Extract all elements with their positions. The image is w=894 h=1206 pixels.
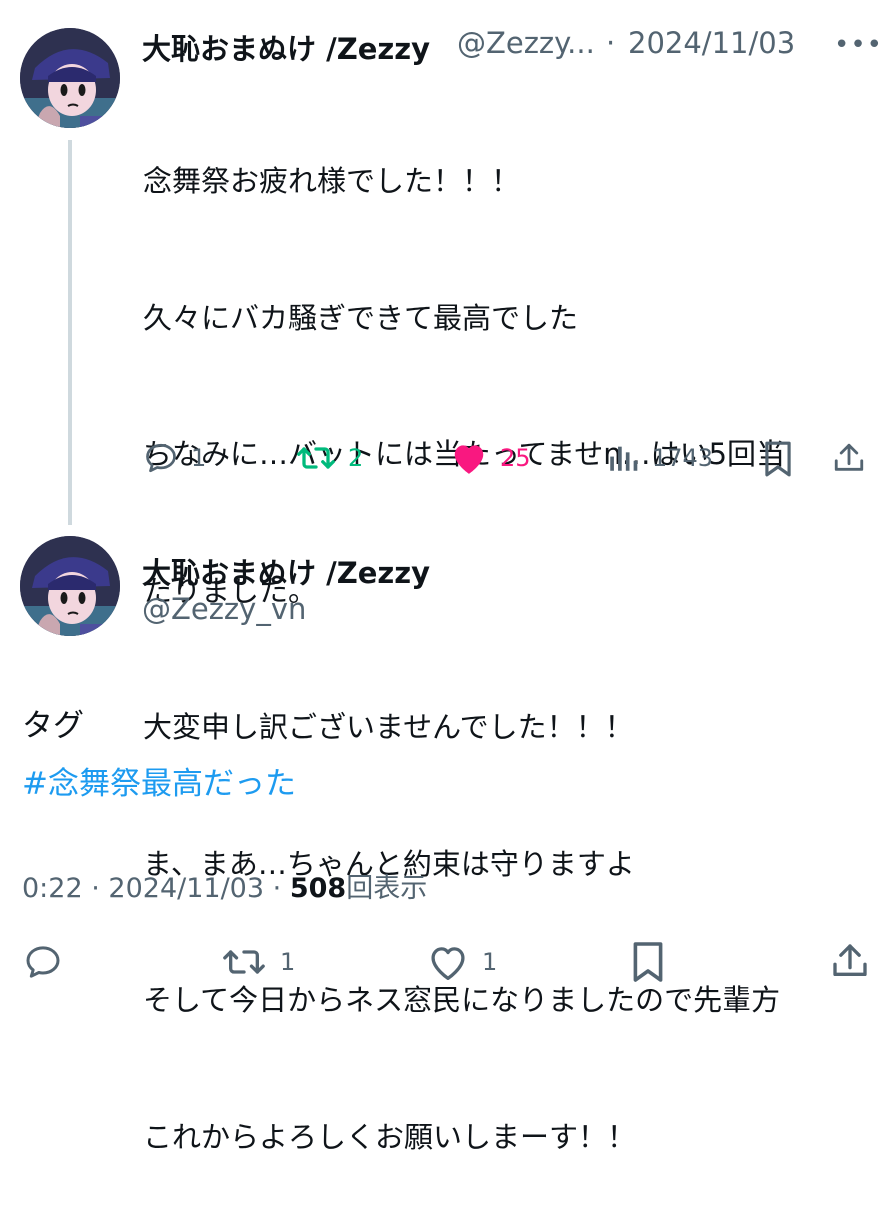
share-icon: [833, 944, 867, 976]
tweet-date[interactable]: 2024/11/03: [628, 26, 795, 60]
tweet-line: 念舞祭お疲れ様でした！！！: [143, 164, 521, 198]
reply-count: 1: [191, 444, 207, 472]
hashtag-link[interactable]: #念舞祭最高だった: [22, 758, 296, 803]
bookmark-button[interactable]: [630, 940, 666, 988]
thread-line: [68, 140, 72, 525]
heart-filled-icon: [454, 445, 484, 474]
like-button[interactable]: 25: [450, 440, 531, 476]
reply-button[interactable]: 1: [143, 440, 206, 476]
like-count: 25: [500, 444, 531, 472]
author-handle[interactable]: @Zezzy...: [457, 26, 595, 60]
separator-dot: ·: [91, 873, 100, 904]
share-button[interactable]: [832, 440, 866, 480]
separator-dot: ·: [272, 873, 282, 904]
tweet-text: タグ: [22, 708, 84, 744]
bookmark-button[interactable]: [762, 440, 794, 482]
retweet-icon: [297, 447, 335, 469]
author-name[interactable]: 大恥おまぬけ /Zezzy: [142, 26, 430, 68]
views-count: 1743: [652, 444, 714, 472]
tweet-text: 念舞祭お疲れ様でした！！！ 久々にバカ騒ぎできて最高でした ちなみに…バットには…: [143, 68, 883, 1206]
like-count: 1: [482, 948, 498, 976]
author-name[interactable]: 大恥おまぬけ /Zezzy: [142, 550, 430, 592]
tweet-line: これからよろしくお願いしまーす！！: [143, 1119, 637, 1154]
views-button[interactable]: 1743: [606, 440, 713, 476]
tweet-time[interactable]: 0:22: [22, 873, 83, 904]
views-label: 回表示: [346, 873, 428, 904]
reply-icon: [26, 946, 60, 978]
author-handle[interactable]: @Zezzy_vn: [142, 592, 306, 626]
tweet-metadata: 0:22 · 2024/11/03 · 508回表示: [22, 866, 427, 905]
share-icon: [834, 443, 864, 471]
retweet-count: 2: [348, 444, 364, 472]
reply-icon: [146, 443, 176, 473]
avatar-illustration: [20, 536, 120, 636]
tweet-line: 大変申し訳ございませんでした！！！: [143, 710, 634, 744]
reply-button[interactable]: [22, 942, 64, 986]
tweet-line: そして今日からネス窓民になりましたので先輩方: [143, 983, 781, 1017]
avatar-illustration: [20, 28, 120, 128]
bookmark-icon: [765, 441, 791, 477]
like-button[interactable]: 1: [426, 942, 497, 982]
tweet-date[interactable]: 2024/11/03: [108, 873, 264, 904]
retweet-icon: [223, 950, 265, 974]
avatar[interactable]: [20, 536, 120, 636]
retweet-count: 1: [280, 948, 296, 976]
more-options-icon[interactable]: •••: [834, 30, 883, 60]
separator-dot: ·: [606, 26, 616, 60]
retweet-button[interactable]: 1: [220, 942, 295, 982]
retweet-button[interactable]: 2: [296, 440, 363, 476]
views-count[interactable]: 508: [290, 873, 346, 904]
share-button[interactable]: [830, 940, 870, 986]
tweet-line: 久々にバカ騒ぎできて最高でした: [143, 300, 579, 335]
bookmark-icon: [633, 942, 663, 982]
avatar[interactable]: [20, 28, 120, 128]
views-icon: [610, 446, 638, 471]
heart-icon: [431, 947, 465, 980]
